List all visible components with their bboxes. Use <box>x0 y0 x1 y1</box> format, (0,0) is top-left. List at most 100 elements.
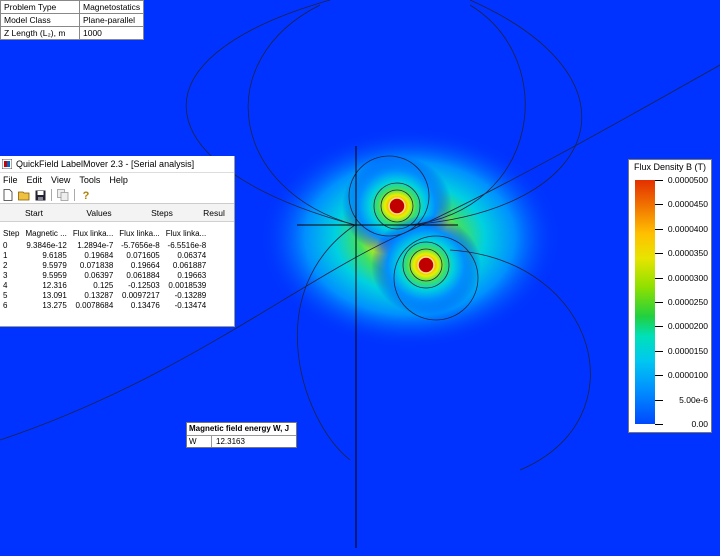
col-step[interactable]: Step <box>0 225 22 241</box>
conductor-lower <box>417 256 435 274</box>
color-legend: Flux Density B (T) 0.0000500 0.0000450 0.0… <box>628 159 712 433</box>
cell-step: 6 <box>3 301 8 310</box>
energy-box: Magnetic field energy W, J W 12.3163 <box>186 422 297 448</box>
legend-label: 0.0000150 <box>667 345 708 356</box>
legend-tick <box>655 180 663 181</box>
cell-value: 0.19664 <box>130 261 160 270</box>
cell-value: 0.06397 <box>84 271 114 280</box>
copy-icon[interactable] <box>56 188 70 202</box>
legend-label: 0.0000300 <box>667 272 708 283</box>
new-file-icon[interactable] <box>1 188 15 202</box>
energy-row: W 12.3163 <box>187 436 296 447</box>
cell-value: 12.316 <box>42 281 67 290</box>
menu-file[interactable]: File <box>3 175 18 185</box>
legend-tick <box>655 350 663 352</box>
cell-value: 9.3846e-12 <box>26 241 67 250</box>
legend-color-bar <box>635 180 655 424</box>
cell-value: 13.275 <box>42 301 67 310</box>
table-row[interactable]: 4 12.316 0.125 -0.12503 0.0018539 <box>0 281 209 291</box>
col-flux-2[interactable]: Flux linka... <box>116 225 162 241</box>
legend-label: 0.0000200 <box>667 321 708 332</box>
legend-label: 0.0000100 <box>667 370 708 381</box>
cell-value: -6.5516e-8 <box>167 241 207 250</box>
problem-type-value: Magnetostatics <box>78 0 145 14</box>
col-magnetic[interactable]: Magnetic ... <box>22 225 69 241</box>
problem-type-row: Problem Type Magnetostatics <box>0 0 145 14</box>
header-values[interactable]: Values <box>68 208 130 218</box>
table-row[interactable]: 2 9.5979 0.071838 0.19664 0.061887 <box>0 261 209 271</box>
cell-value: 9.5979 <box>42 261 67 270</box>
problem-info-table: Problem Type Magnetostatics Model Class … <box>0 0 145 40</box>
help-icon[interactable]: ? <box>79 188 93 202</box>
legend-tick <box>655 204 663 206</box>
table-row[interactable]: 3 9.5959 0.06397 0.061884 0.19663 <box>0 271 209 281</box>
header-steps[interactable]: Steps <box>130 208 194 218</box>
window-titlebar[interactable]: QuickField LabelMover 2.3 - [Serial anal… <box>0 156 234 173</box>
svg-text:?: ? <box>83 190 90 201</box>
z-length-key: Z Length (L₂), m <box>0 26 80 40</box>
col-flux-1[interactable]: Flux linka... <box>70 225 116 241</box>
z-length-row: Z Length (L₂), m 1000 <box>0 26 145 40</box>
cell-value: -0.13289 <box>174 291 207 300</box>
window-title: QuickField LabelMover 2.3 - [Serial anal… <box>16 159 195 169</box>
cell-step: 1 <box>3 251 8 260</box>
labelmover-window[interactable]: QuickField LabelMover 2.3 - [Serial anal… <box>0 156 235 327</box>
menu-bar: File Edit View Tools Help <box>0 173 234 187</box>
legend-tick <box>655 375 663 377</box>
save-icon[interactable] <box>33 188 47 202</box>
open-folder-icon[interactable] <box>17 188 31 202</box>
legend-label: 0.0000500 <box>667 175 708 185</box>
cell-value: -0.12503 <box>128 281 160 290</box>
legend-label: 0.0000350 <box>667 248 708 259</box>
cell-value: 0.071838 <box>79 261 114 270</box>
cell-value: 9.6185 <box>42 251 67 260</box>
model-class-value: Plane-parallel <box>78 13 145 27</box>
col-flux-3[interactable]: Flux linka... <box>163 225 209 241</box>
legend-tick <box>655 228 663 230</box>
toolbar: ? <box>0 187 234 204</box>
cell-value: 0.13476 <box>130 301 160 310</box>
cell-value: 0.125 <box>93 281 114 290</box>
legend-label: 5.00e-6 <box>679 394 708 405</box>
table-row[interactable]: 6 13.275 0.0078684 0.13476 -0.13474 <box>0 301 209 311</box>
cell-value: 0.06374 <box>177 251 207 260</box>
legend-label: 0.00 <box>691 419 708 429</box>
cell-value: 0.19684 <box>84 251 114 260</box>
legend-tick <box>655 302 663 303</box>
header-start[interactable]: Start <box>0 208 68 218</box>
cell-step: 5 <box>3 291 8 300</box>
legend-tick <box>655 399 663 401</box>
app-icon <box>2 159 12 169</box>
cell-value: 0.0078684 <box>75 301 114 310</box>
cell-step: 2 <box>3 261 8 270</box>
cell-value: 0.061884 <box>126 271 160 280</box>
legend-label: 0.0000250 <box>667 297 708 307</box>
column-group-header: Start Values Steps Resul <box>0 204 234 222</box>
cell-value: 9.5959 <box>42 271 67 280</box>
cell-value: 0.071605 <box>126 251 160 260</box>
legend-title: Flux Density B (T) <box>633 162 706 172</box>
menu-help[interactable]: Help <box>109 175 128 185</box>
cell-value: 0.0018539 <box>168 281 207 290</box>
toolbar-separator <box>51 189 52 201</box>
menu-edit[interactable]: Edit <box>27 175 43 185</box>
cell-value: 0.13287 <box>84 291 114 300</box>
cell-step: 0 <box>3 241 8 250</box>
energy-label: W <box>187 436 212 447</box>
model-class-key: Model Class <box>0 13 80 27</box>
legend-label: 0.0000400 <box>667 223 708 234</box>
legend-tick <box>655 326 663 328</box>
problem-type-key: Problem Type <box>0 0 80 14</box>
cell-value: 0.0097217 <box>121 291 160 300</box>
energy-value: 12.3163 <box>216 437 245 446</box>
table-row[interactable]: 1 9.6185 0.19684 0.071605 0.06374 <box>0 251 209 261</box>
conductor-upper <box>388 197 406 215</box>
header-results[interactable]: Resul <box>194 208 234 218</box>
legend-tick <box>655 253 663 255</box>
table-row[interactable]: 5 13.091 0.13287 0.0097217 -0.13289 <box>0 291 209 301</box>
cell-step: 3 <box>3 271 8 280</box>
menu-tools[interactable]: Tools <box>79 175 100 185</box>
results-table: Step Magnetic ... Flux linka... Flux lin… <box>0 225 209 311</box>
menu-view[interactable]: View <box>51 175 70 185</box>
table-row[interactable]: 0 9.3846e-12 1.2894e-7 -5.7656e-8 -6.551… <box>0 241 209 251</box>
